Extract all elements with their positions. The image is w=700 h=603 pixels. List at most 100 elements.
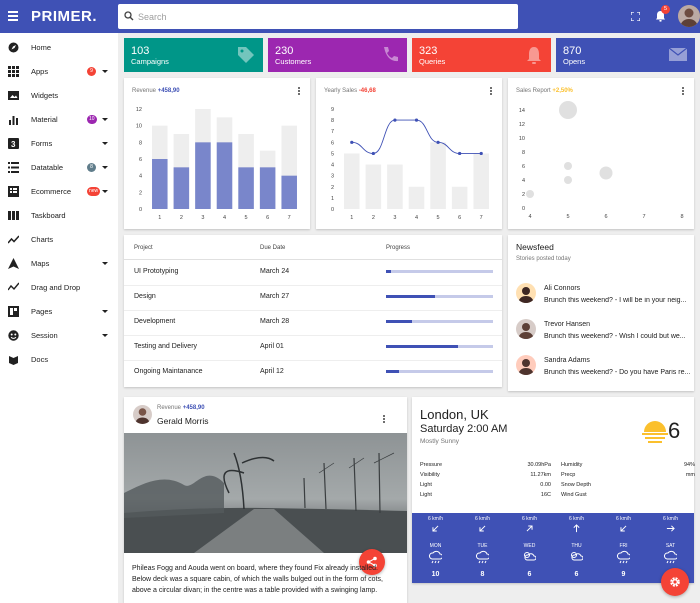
sidebar-item-maps[interactable]: Maps (0, 252, 118, 276)
newsfeed-item[interactable]: Trevor Hansen Brunch this weekend? - Wish… (508, 315, 694, 351)
stat-card-campaigns[interactable]: 103 Campaigns (124, 38, 263, 72)
chevron-down-icon[interactable] (102, 118, 108, 121)
table-row[interactable]: Ongoing Maintanance April 12 (124, 361, 502, 386)
bar[interactable] (344, 153, 360, 209)
newsfeed-item[interactable]: Ali Connors Brunch this weekend? - I will… (508, 279, 694, 315)
tick-label: 6 (139, 157, 142, 163)
sidebar-item-apps[interactable]: Apps 9 (0, 60, 118, 84)
project-progress-bar (386, 270, 493, 273)
bar[interactable] (173, 167, 190, 209)
chevron-down-icon[interactable] (102, 262, 108, 265)
chevron-down-icon[interactable] (102, 334, 108, 337)
line-point[interactable] (479, 151, 483, 156)
stat-card-customers[interactable]: 230 Customers (268, 38, 407, 72)
forecast-day-name: FRI (619, 543, 628, 549)
more-options-icon[interactable] (383, 415, 385, 424)
bar[interactable] (216, 142, 233, 209)
search-placeholder: Search (138, 12, 167, 22)
weather-datetime: Saturday 2:00 AM (420, 423, 508, 435)
stat-card-opens[interactable]: 870 Opens (556, 38, 695, 72)
table-row[interactable]: Development March 28 (124, 311, 502, 336)
user-avatar[interactable] (678, 5, 700, 27)
stat-card-queries[interactable]: 323 Queries (412, 38, 551, 72)
forecast-day: 6 km/h WED 6 (506, 513, 553, 583)
tick-label: 4 (223, 215, 226, 221)
column-header-project[interactable]: Project (134, 245, 153, 251)
tick-label: 5 (437, 215, 440, 221)
bar[interactable] (408, 186, 425, 209)
home-icon (8, 42, 19, 53)
line-point[interactable] (436, 140, 440, 144)
bar[interactable] (195, 142, 211, 209)
tick-label: 0 (522, 206, 525, 212)
sidebar-item-charts[interactable]: Charts (0, 228, 118, 252)
table-row[interactable]: Testing and Delivery April 01 (124, 336, 502, 361)
table-row[interactable]: Design March 27 (124, 286, 502, 311)
bar[interactable] (238, 167, 254, 209)
bar[interactable] (365, 164, 382, 209)
bar[interactable] (430, 142, 446, 209)
sidebar-item-docs[interactable]: Docs (0, 348, 118, 372)
weather-temperature: 6 (668, 418, 681, 443)
sidebar-item-widgets[interactable]: Widgets (0, 84, 118, 108)
sidebar-item-label: Session (31, 331, 58, 340)
scatter-point[interactable] (564, 176, 572, 184)
menu-icon[interactable] (8, 11, 18, 21)
author-avatar[interactable] (133, 405, 152, 424)
scatter-point[interactable] (599, 166, 613, 180)
bar[interactable] (473, 153, 489, 209)
bar[interactable] (451, 186, 468, 209)
chevron-down-icon[interactable] (102, 142, 108, 145)
tick-label: 3 (393, 215, 396, 221)
sidebar-item-drag-and-drop[interactable]: Drag and Drop (0, 276, 118, 300)
bar[interactable] (281, 175, 297, 209)
sidebar-item-home[interactable]: Home (0, 36, 118, 60)
chevron-down-icon[interactable] (102, 70, 108, 73)
detail-value: 16C (540, 492, 551, 498)
weather-condition: Mostly Sunny (420, 438, 460, 445)
detail-label: Precp (561, 472, 576, 478)
column-header-progress[interactable]: Progress (386, 245, 410, 251)
line-point[interactable] (350, 140, 354, 144)
taskboard-icon (8, 211, 19, 220)
table-row[interactable]: UI Prototyping March 24 (124, 261, 502, 286)
sidebar-item-pages[interactable]: Pages (0, 300, 118, 324)
wind-speed: 6 km/h (662, 516, 678, 522)
sidebar-item-ecommerce[interactable]: Ecommerce new (0, 180, 118, 204)
chevron-down-icon[interactable] (102, 310, 108, 313)
sidebar-item-material[interactable]: Material 10 (0, 108, 118, 132)
chevron-down-icon[interactable] (102, 166, 108, 169)
tick-label: 14 (519, 108, 525, 114)
settings-fab[interactable] (661, 568, 689, 596)
detail-label: Snow Depth (561, 482, 591, 488)
sidebar-item-forms[interactable]: 3 Forms (0, 132, 118, 156)
wind-direction-icon (432, 525, 439, 532)
tick-label: 1 (350, 215, 353, 221)
bar[interactable] (259, 167, 276, 209)
forms-icon: 3 (8, 138, 19, 149)
line-point[interactable] (393, 118, 397, 122)
column-header-due-date[interactable]: Due Date (260, 245, 285, 251)
rain-icon (663, 550, 677, 564)
scatter-point[interactable] (526, 190, 534, 198)
search-input[interactable]: Search (118, 4, 518, 29)
line-point[interactable] (458, 151, 462, 156)
bar[interactable] (387, 164, 403, 209)
newsfeed-item[interactable]: Sandra Adams Brunch this weekend? - Do yo… (508, 351, 694, 387)
brand-logo[interactable]: PRIMER. (31, 8, 97, 25)
post-author-name[interactable]: Gerald Morris (157, 416, 208, 426)
wind-speed: 6 km/h (615, 516, 631, 522)
rain-icon (475, 550, 489, 564)
scatter-point[interactable] (564, 162, 572, 170)
avatar (516, 355, 536, 375)
tick-label: 8 (522, 150, 525, 156)
bar[interactable] (152, 159, 168, 209)
sidebar-item-session[interactable]: Session (0, 324, 118, 348)
sidebar-item-datatable[interactable]: Datatable 8 (0, 156, 118, 180)
scatter-point[interactable] (559, 101, 577, 119)
chevron-down-icon[interactable] (102, 190, 108, 193)
line-point[interactable] (371, 151, 375, 156)
fullscreen-icon[interactable] (631, 12, 640, 21)
sidebar-item-taskboard[interactable]: Taskboard (0, 204, 118, 228)
line-point[interactable] (414, 118, 419, 122)
